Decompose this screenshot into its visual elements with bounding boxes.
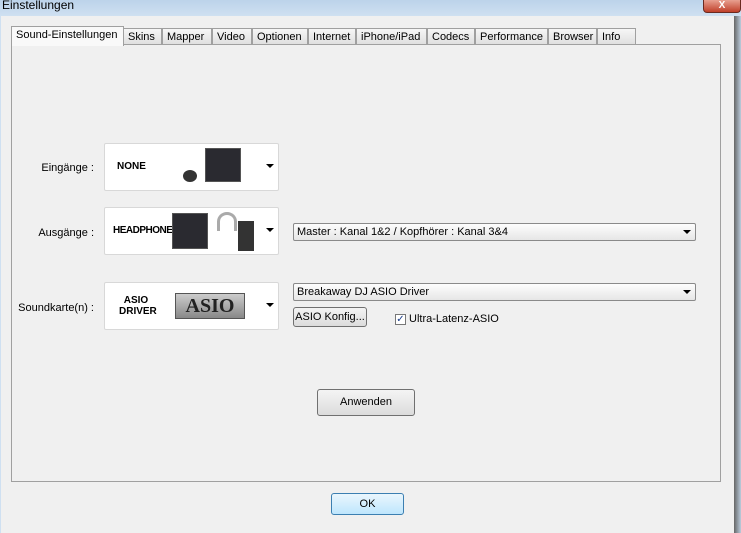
tab-performance[interactable]: Performance — [475, 28, 548, 44]
sound-settings-panel — [11, 44, 721, 482]
tab-iphone-ipad[interactable]: iPhone/iPad — [356, 28, 427, 44]
speaker-icon — [238, 221, 254, 251]
window-title: Einstellungen — [2, 0, 75, 12]
soundcard-value: ASIO DRIVER — [119, 295, 157, 317]
soundcard-selector[interactable]: ASIO DRIVER ASIO — [104, 282, 279, 330]
tab-mapper[interactable]: Mapper — [162, 28, 212, 44]
headphones-icon — [217, 212, 237, 231]
close-button[interactable]: X — [703, 0, 741, 13]
mouse-icon — [183, 170, 197, 182]
asio-driver-select[interactable]: Breakaway DJ ASIO Driver — [293, 283, 696, 301]
soundcard-label: Soundkarte(n) : — [18, 302, 94, 314]
tab-codecs[interactable]: Codecs — [427, 28, 475, 44]
dropdown-arrow-icon — [266, 164, 274, 168]
tab-options[interactable]: Optionen — [252, 28, 308, 44]
laptop-icon — [172, 213, 208, 249]
outputs-label: Ausgänge : — [38, 227, 94, 239]
output-routing-select[interactable]: Master : Kanal 1&2 / Kopfhörer : Kanal 3… — [293, 223, 696, 241]
chevron-down-icon — [683, 230, 691, 234]
output-routing-value: Master : Kanal 1&2 / Kopfhörer : Kanal 3… — [297, 226, 508, 238]
tab-video[interactable]: Video — [212, 28, 252, 44]
inputs-label: Eingänge : — [41, 162, 94, 174]
asio-logo: ASIO — [175, 293, 245, 319]
ok-button[interactable]: OK — [331, 493, 404, 515]
tab-internet[interactable]: Internet — [308, 28, 356, 44]
chevron-down-icon — [683, 290, 691, 294]
dropdown-arrow-icon — [266, 303, 274, 307]
laptop-icon — [205, 148, 241, 182]
title-bar: Einstellungen X — [0, 0, 741, 16]
dropdown-arrow-icon — [266, 228, 274, 232]
tab-sound-settings[interactable]: Sound-Einstellungen — [11, 26, 124, 46]
asio-config-button[interactable]: ASIO Konfig... — [293, 307, 367, 327]
tab-info[interactable]: Info — [597, 28, 636, 44]
outputs-selector[interactable]: HEADPHONES — [104, 207, 279, 255]
ultra-latency-checkbox[interactable]: ✓ — [395, 314, 406, 325]
inputs-value: NONE — [117, 161, 146, 172]
window-edge — [734, 16, 741, 533]
tab-browser[interactable]: Browser — [548, 28, 597, 44]
outputs-value: HEADPHONES — [113, 225, 179, 236]
soundcard-value-line2: DRIVER — [119, 306, 157, 317]
inputs-selector[interactable]: NONE — [104, 143, 279, 191]
ultra-latency-label: Ultra-Latenz-ASIO — [409, 313, 499, 325]
soundcard-value-line1: ASIO — [123, 295, 149, 306]
apply-button[interactable]: Anwenden — [317, 389, 415, 416]
asio-driver-value: Breakaway DJ ASIO Driver — [297, 286, 430, 298]
tab-skins[interactable]: Skins — [123, 28, 162, 44]
